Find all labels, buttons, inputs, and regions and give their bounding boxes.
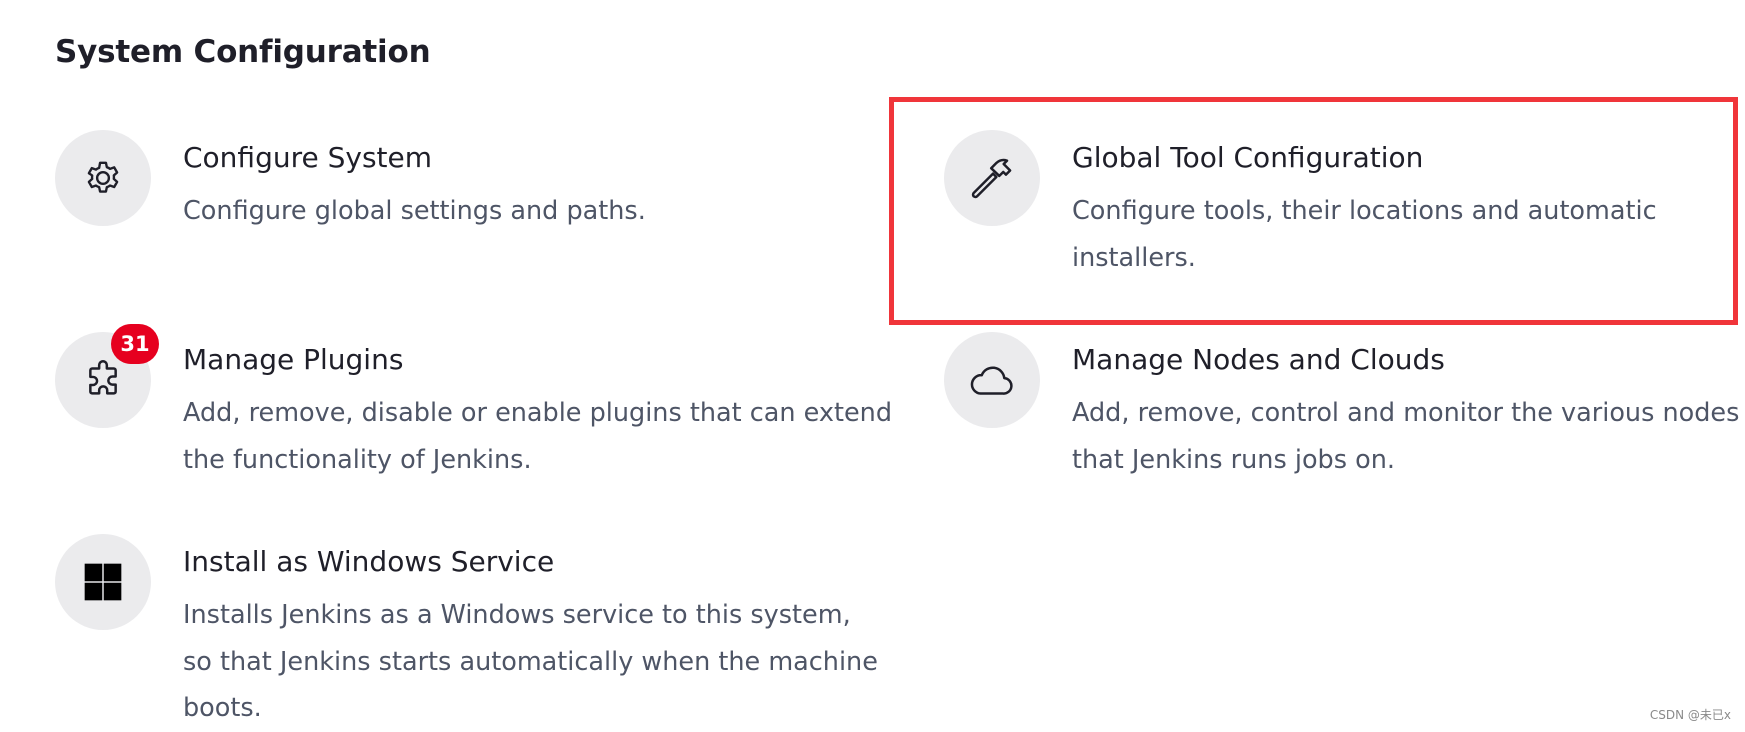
update-count-badge: 31 <box>111 324 159 364</box>
item-title: Install as Windows Service <box>183 545 555 578</box>
item-description: Configure tools, their locations and aut… <box>1072 196 1657 273</box>
icon-circle <box>55 130 151 226</box>
section-title: System Configuration <box>55 34 431 70</box>
puzzle-icon <box>89 359 117 395</box>
icon-circle <box>944 130 1040 226</box>
windows-icon <box>84 563 122 601</box>
item-title: Configure System <box>183 141 433 174</box>
manage-nodes-link[interactable]: Manage Nodes and Clouds Add, remove, con… <box>944 332 1739 492</box>
hammer-icon <box>971 158 1012 199</box>
item-title: Manage Nodes and Clouds <box>1072 343 1445 376</box>
item-title: Global Tool Configuration <box>1072 141 1424 174</box>
icon-circle <box>944 332 1040 428</box>
item-description: Add, remove, disable or enable plugins t… <box>183 398 893 475</box>
cloud-icon <box>970 366 1013 395</box>
install-windows-service-link[interactable]: Install as Windows Service Installs Jenk… <box>55 534 878 724</box>
item-description: Configure global settings and paths. <box>183 196 646 226</box>
configure-system-link[interactable]: Configure System Configure global settin… <box>55 130 855 290</box>
item-description: Add, remove, control and monitor the var… <box>1072 398 1740 475</box>
watermark: CSDN @未已x <box>1649 708 1731 722</box>
global-tool-configuration-link[interactable]: Global Tool Configuration Configure tool… <box>944 130 1724 290</box>
item-title: Manage Plugins <box>183 343 404 376</box>
item-description: Installs Jenkins as a Windows service to… <box>183 600 878 723</box>
icon-circle <box>55 534 151 630</box>
manage-plugins-link[interactable]: 31 Manage Plugins Add, remove, disable o… <box>55 324 892 492</box>
gear-icon <box>87 161 119 193</box>
